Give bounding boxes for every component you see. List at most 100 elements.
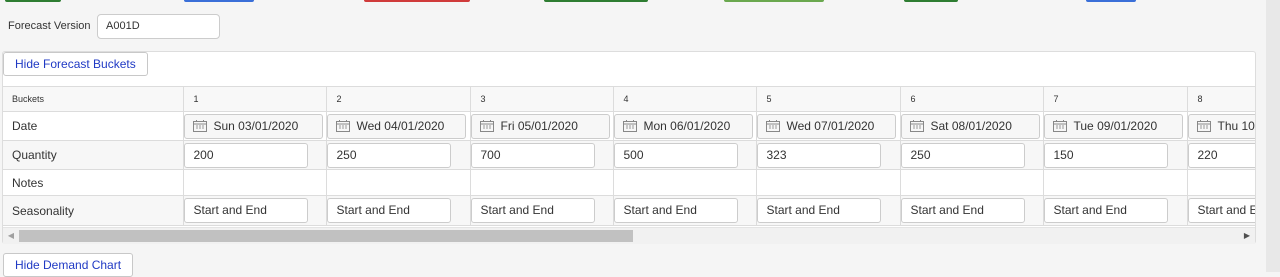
- hide-forecast-buckets-button[interactable]: Hide Forecast Buckets: [3, 52, 148, 76]
- seasonality-select[interactable]: Start and End: [613, 198, 738, 223]
- seasonality-select[interactable]: Start and End: [183, 198, 308, 223]
- forecast-version-label: Forecast Version: [8, 20, 91, 32]
- buckets-header-label: Buckets: [3, 86, 184, 112]
- quantity-cell: 323: [756, 140, 901, 170]
- seasonality-row-label: Seasonality: [3, 195, 184, 226]
- quantity-input[interactable]: 150: [1043, 142, 1168, 168]
- buckets-grid: Buckets 1 2 3 4 5 6 7 8 Date Sun 03/01/2…: [3, 86, 1255, 227]
- quantity-cell: 500: [613, 140, 757, 170]
- quantity-input[interactable]: 200: [183, 142, 308, 168]
- seasonality-cell: Start and End: [1187, 195, 1255, 226]
- date-value: Fri 05/01/2020: [500, 119, 578, 133]
- quantity-cell: 700: [470, 140, 614, 170]
- calendar-icon: [622, 120, 637, 132]
- strip-segment: [184, 0, 254, 2]
- bucket-number: 2: [326, 86, 471, 112]
- quantity-row: Quantity 200 250 700 500 323 250 150 220: [3, 140, 1255, 170]
- bucket-number: 5: [756, 86, 901, 112]
- notes-cell[interactable]: [1043, 169, 1188, 196]
- bucket-number: 8: [1187, 86, 1255, 112]
- quantity-input[interactable]: 250: [900, 142, 1025, 168]
- date-picker[interactable]: Mon 06/01/2020: [613, 113, 753, 139]
- quantity-cell: 250: [326, 140, 471, 170]
- top-color-strip: [0, 0, 1280, 3]
- bucket-number: 7: [1043, 86, 1188, 112]
- seasonality-cell: Start and End: [470, 195, 614, 226]
- scrollbar-thumb[interactable]: [19, 230, 633, 242]
- calendar-icon: [1052, 120, 1067, 132]
- date-value: Tue 09/01/2020: [1073, 119, 1158, 133]
- date-picker[interactable]: Sat 08/01/2020: [900, 113, 1040, 139]
- seasonality-row: Seasonality Start and End Start and End …: [3, 195, 1255, 226]
- buckets-table: Buckets 1 2 3 4 5 6 7 8 Date Sun 03/01/2…: [3, 86, 1255, 226]
- date-cell: Thu 10/01/2020: [1187, 111, 1256, 141]
- date-picker[interactable]: Sun 03/01/2020: [183, 113, 323, 139]
- quantity-row-label: Quantity: [3, 140, 184, 170]
- bucket-number: 1: [183, 86, 327, 112]
- notes-cell[interactable]: [613, 169, 757, 196]
- quantity-input[interactable]: 500: [613, 142, 738, 168]
- bucket-number: 4: [613, 86, 757, 112]
- date-value: Wed 07/01/2020: [786, 119, 875, 133]
- seasonality-select[interactable]: Start and End: [756, 198, 881, 223]
- bucket-number: 6: [900, 86, 1044, 112]
- strip-segment: [544, 0, 648, 2]
- quantity-cell: 200: [183, 140, 327, 170]
- seasonality-cell: Start and End: [183, 195, 327, 226]
- date-cell: Wed 04/01/2020: [326, 111, 471, 141]
- quantity-input[interactable]: 323: [756, 142, 881, 168]
- seasonality-cell: Start and End: [1043, 195, 1188, 226]
- scroll-left-icon[interactable]: ◀: [3, 228, 19, 244]
- seasonality-select[interactable]: Start and End: [1043, 198, 1168, 223]
- date-row: Date Sun 03/01/2020 Wed 04/01/2020 Fri 0…: [3, 111, 1256, 141]
- horizontal-scrollbar[interactable]: ◀ ▶: [3, 227, 1255, 244]
- seasonality-select[interactable]: Start and End: [900, 198, 1025, 223]
- notes-cell[interactable]: [1187, 169, 1255, 196]
- calendar-icon: [335, 120, 350, 132]
- notes-cell[interactable]: [470, 169, 614, 196]
- date-cell: Mon 06/01/2020: [613, 111, 757, 141]
- scroll-right-icon[interactable]: ▶: [1239, 228, 1255, 244]
- date-picker[interactable]: Wed 07/01/2020: [756, 113, 896, 139]
- date-value: Sat 08/01/2020: [930, 119, 1012, 133]
- calendar-icon: [765, 120, 780, 132]
- date-value: Wed 04/01/2020: [356, 119, 445, 133]
- notes-cell[interactable]: [756, 169, 901, 196]
- quantity-input[interactable]: 250: [326, 142, 451, 168]
- date-row-label: Date: [3, 111, 184, 141]
- date-value: Sun 03/01/2020: [213, 119, 299, 133]
- notes-row: Notes: [3, 169, 1255, 196]
- notes-cell[interactable]: [326, 169, 471, 196]
- date-picker[interactable]: Thu 10/01/2020: [1187, 113, 1256, 139]
- page-scrollbar-gutter: [1266, 0, 1280, 272]
- seasonality-select[interactable]: Start and End: [1187, 198, 1255, 223]
- date-cell: Fri 05/01/2020: [470, 111, 614, 141]
- quantity-input[interactable]: 220: [1187, 142, 1255, 168]
- quantity-input[interactable]: 700: [470, 142, 595, 168]
- calendar-icon: [479, 120, 494, 132]
- seasonality-select[interactable]: Start and End: [470, 198, 595, 223]
- calendar-icon: [909, 120, 924, 132]
- notes-cell[interactable]: [900, 169, 1044, 196]
- seasonality-cell: Start and End: [756, 195, 901, 226]
- date-picker[interactable]: Wed 04/01/2020: [326, 113, 466, 139]
- date-cell: Tue 09/01/2020: [1043, 111, 1188, 141]
- date-value: Mon 06/01/2020: [643, 119, 731, 133]
- strip-segment: [364, 0, 470, 2]
- strip-segment: [5, 0, 61, 2]
- date-cell: Sun 03/01/2020: [183, 111, 327, 141]
- forecast-version-field[interactable]: A001D: [97, 13, 220, 39]
- date-picker[interactable]: Fri 05/01/2020: [470, 113, 610, 139]
- quantity-cell: 250: [900, 140, 1044, 170]
- calendar-icon: [1196, 120, 1211, 132]
- date-picker[interactable]: Tue 09/01/2020: [1043, 113, 1183, 139]
- quantity-cell: 150: [1043, 140, 1188, 170]
- strip-segment: [1086, 0, 1136, 2]
- date-value: Thu 10/01/2020: [1217, 119, 1256, 133]
- forecast-version-row: Forecast Version A001D: [8, 13, 220, 39]
- notes-cell[interactable]: [183, 169, 327, 196]
- hide-demand-chart-button[interactable]: Hide Demand Chart: [3, 253, 134, 277]
- strip-segment: [724, 0, 824, 2]
- seasonality-select[interactable]: Start and End: [326, 198, 451, 223]
- date-cell: Sat 08/01/2020: [900, 111, 1044, 141]
